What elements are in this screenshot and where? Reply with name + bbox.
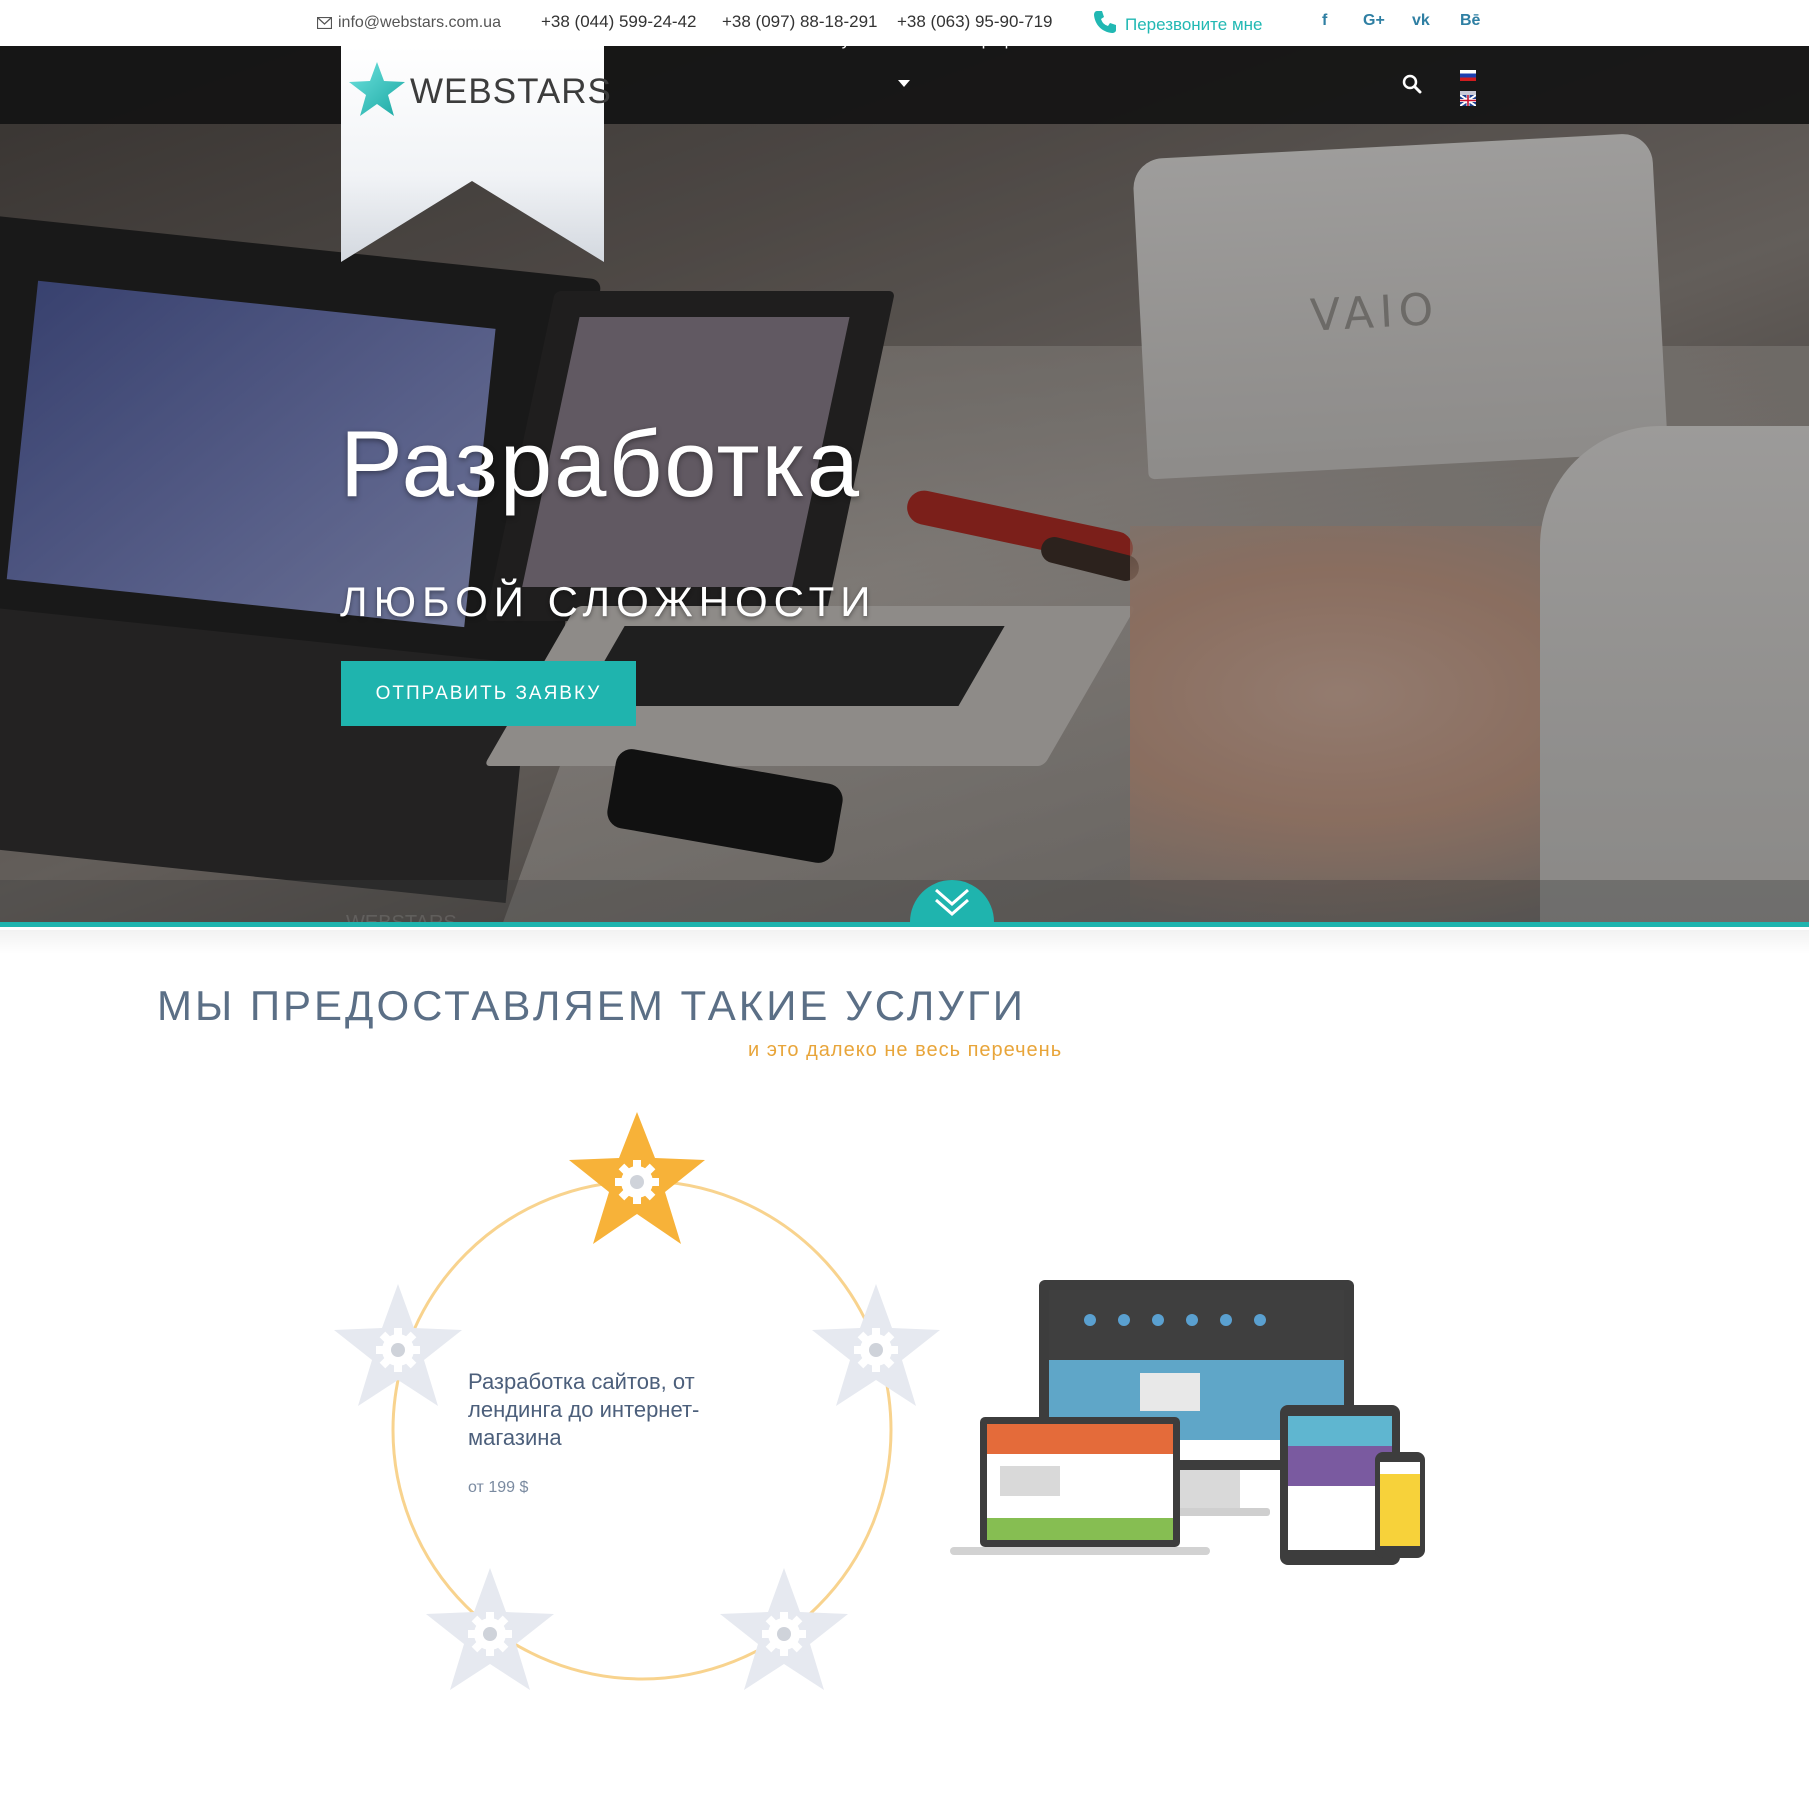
service-star-right[interactable] [812, 1284, 940, 1406]
section-shadow [0, 930, 1809, 954]
facebook-icon[interactable]: f [1322, 12, 1327, 30]
nav-item-portfolio[interactable]: Портфолио [959, 30, 1054, 50]
service-star-active[interactable] [569, 1112, 705, 1244]
nav-item-about[interactable]: О компании [682, 30, 781, 50]
hero-overlay [0, 46, 1809, 926]
top-contact-bar: info@webstars.com.ua +38 (044) 599-24-42… [0, 0, 1809, 46]
service-title: Разработка сайтов, от лендинга до интерн… [468, 1369, 700, 1450]
behance-icon[interactable]: Bē [1460, 12, 1480, 30]
accent-divider [0, 922, 1809, 927]
hero-bottom-strip [0, 880, 1809, 926]
hero-subtitle: ЛЮБОЙ СЛОЖНОСТИ [340, 578, 877, 625]
nav-item-services[interactable]: Услуги [812, 30, 867, 50]
responsive-devices-illustration [950, 1280, 1425, 1565]
send-request-button[interactable]: ОТПРАВИТЬ ЗАЯВКУ [341, 661, 636, 726]
vk-icon[interactable]: vk [1412, 12, 1430, 30]
email-text: info@webstars.com.ua [338, 14, 501, 31]
service-price: от 199 $ [468, 1479, 529, 1496]
flag-ru-icon[interactable] [1460, 70, 1476, 81]
hero-title: Разработка [340, 411, 862, 516]
nav-item-blog[interactable]: Блог [1098, 30, 1137, 50]
search-icon[interactable] [1402, 74, 1422, 98]
nav-item-reviews[interactable]: Отзывы [1186, 30, 1251, 50]
logo-text[interactable]: WEBSTARS [410, 72, 612, 112]
chevron-down-icon[interactable] [898, 80, 910, 87]
phone-3[interactable]: +38 (063) 95-90-719 [897, 12, 1052, 32]
flag-en-icon[interactable] [1459, 91, 1477, 107]
phone-1[interactable]: +38 (044) 599-24-42 [541, 12, 696, 32]
hero-section: VAIO [0, 46, 1809, 926]
double-chevron-down-icon [935, 888, 969, 916]
service-star-bottom-left[interactable] [426, 1568, 554, 1690]
services-subtitle: и это далеко не весь перечень [748, 1039, 1063, 1061]
envelope-icon [316, 16, 333, 30]
nav-item-contacts[interactable]: Контакты [1297, 30, 1374, 50]
email-link[interactable]: info@webstars.com.ua [316, 14, 501, 32]
star-logo-icon [349, 62, 405, 116]
phone-2[interactable]: +38 (097) 88-18-291 [722, 12, 877, 32]
google-plus-icon[interactable]: G+ [1363, 12, 1385, 30]
service-star-bottom-right[interactable] [720, 1568, 848, 1690]
services-title: МЫ ПРЕДОСТАВЛЯЕМ ТАКИЕ УСЛУГИ [157, 982, 1026, 1029]
